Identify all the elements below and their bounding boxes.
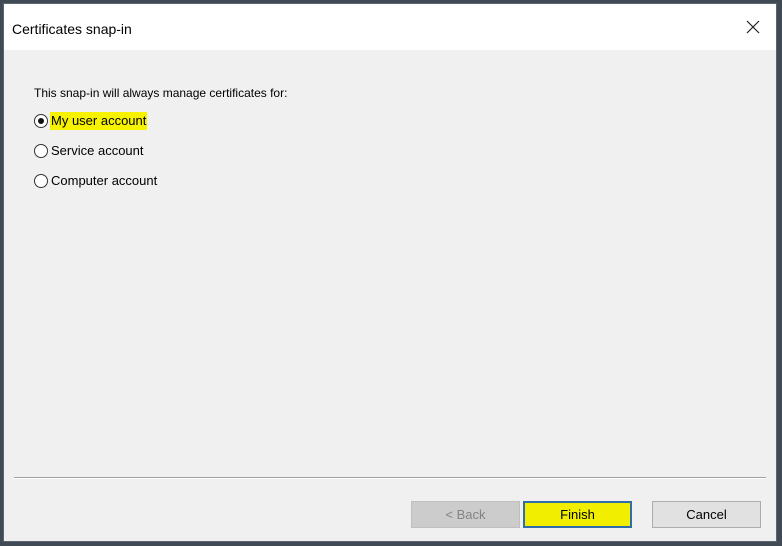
radio-computer-account[interactable]: Computer account	[34, 172, 158, 190]
close-icon	[746, 20, 760, 34]
close-button[interactable]	[730, 4, 776, 50]
title-bar: Certificates snap-in	[4, 4, 776, 50]
radio-button-checked[interactable]	[34, 114, 48, 128]
dialog-content: This snap-in will always manage certific…	[4, 50, 776, 541]
footer-separator	[14, 477, 766, 479]
cancel-button[interactable]: Cancel	[652, 501, 761, 528]
intro-text: This snap-in will always manage certific…	[34, 86, 288, 100]
radio-service-account[interactable]: Service account	[34, 142, 145, 160]
back-button[interactable]: < Back	[411, 501, 520, 528]
radio-my-user-account[interactable]: My user account	[34, 112, 148, 130]
radio-button[interactable]	[34, 174, 48, 188]
radio-label-my-user-account: My user account	[50, 112, 148, 130]
certificates-snap-in-dialog: Certificates snap-in This snap-in will a…	[3, 3, 777, 542]
radio-label-computer-account: Computer account	[51, 173, 158, 188]
radio-button[interactable]	[34, 144, 48, 158]
dialog-title: Certificates snap-in	[12, 21, 132, 37]
radio-label-service-account: Service account	[51, 143, 144, 158]
finish-button[interactable]: Finish	[523, 501, 632, 528]
